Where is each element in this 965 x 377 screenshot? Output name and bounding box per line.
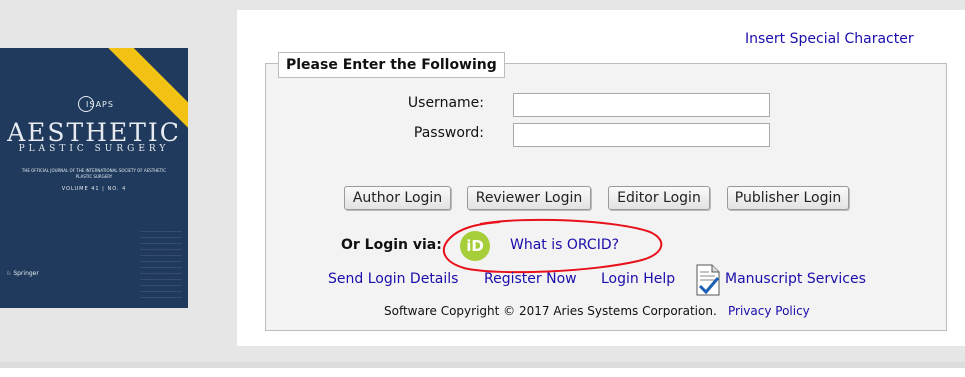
cover-subtitle: PLASTIC SURGERY: [18, 144, 170, 154]
cover-societies-list: ········································…: [140, 229, 182, 299]
username-input[interactable]: [513, 93, 770, 117]
journal-cover[interactable]: ISAPS AESTHETIC PLASTIC SURGERY THE OFFI…: [0, 48, 188, 308]
publisher-login-button[interactable]: Publisher Login: [727, 186, 849, 210]
cover-description: THE OFFICIAL JOURNAL OF THE INTERNATIONA…: [21, 168, 167, 179]
springer-horse-icon: ♘: [6, 270, 12, 277]
copyright-text: Software Copyright © 2017 Aries Systems …: [384, 304, 717, 318]
author-login-button[interactable]: Author Login: [344, 186, 451, 210]
password-label: Password:: [413, 125, 484, 141]
top-band: [0, 0, 965, 10]
cover-logo-text: ISAPS: [86, 100, 114, 109]
insert-special-character-link[interactable]: Insert Special Character: [745, 31, 914, 47]
fieldset-legend: Please Enter the Following: [278, 52, 505, 78]
springer-logo: ♘ Springer: [6, 270, 39, 277]
editor-login-button[interactable]: Editor Login: [608, 186, 710, 210]
password-input[interactable]: [513, 123, 770, 147]
privacy-policy-link[interactable]: Privacy Policy: [728, 304, 810, 318]
cover-title: AESTHETIC: [7, 118, 181, 147]
login-help-link[interactable]: Login Help: [601, 271, 675, 287]
reviewer-login-button[interactable]: Reviewer Login: [467, 186, 591, 210]
manuscript-services-link[interactable]: Manuscript Services: [725, 271, 866, 287]
manuscript-document-icon[interactable]: [696, 264, 720, 296]
bottom-band: [0, 362, 965, 377]
cover-volume: VOLUME 41 | NO. 4: [61, 186, 127, 192]
username-label: Username:: [407, 95, 484, 111]
send-login-details-link[interactable]: Send Login Details: [328, 271, 458, 287]
red-circle-annotation: [442, 218, 663, 274]
or-login-via-label: Or Login via:: [341, 237, 442, 253]
register-now-link[interactable]: Register Now: [484, 271, 577, 287]
springer-label: Springer: [13, 270, 39, 277]
